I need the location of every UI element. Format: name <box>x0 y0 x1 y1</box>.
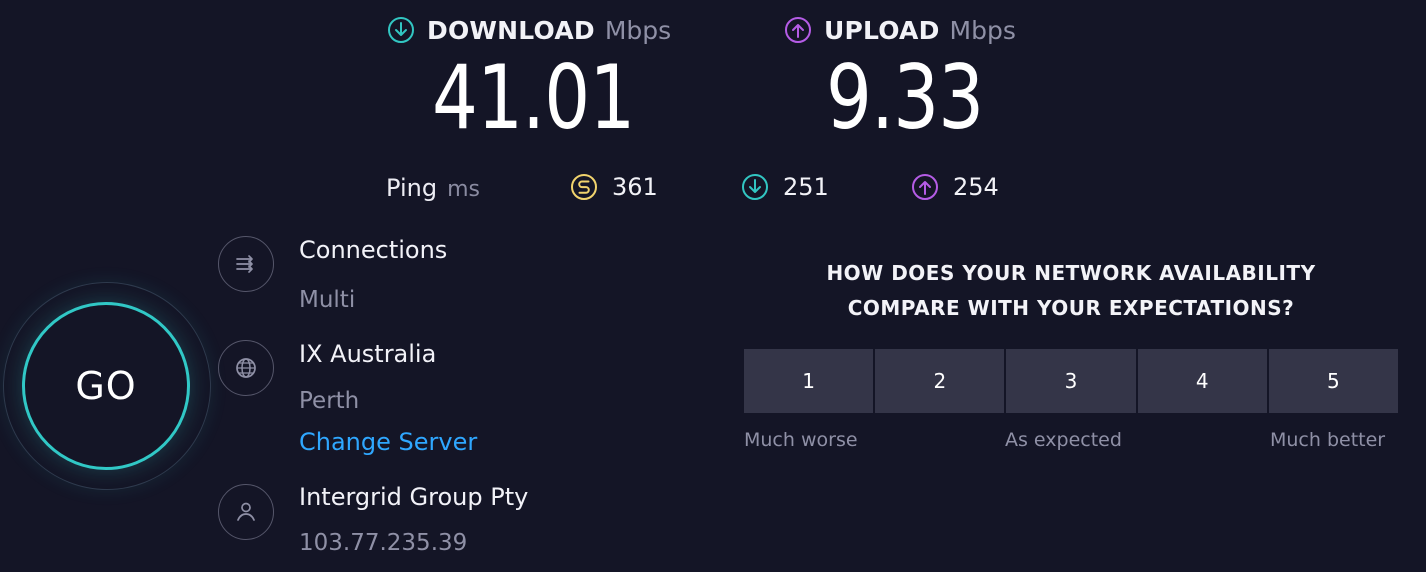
upload-unit: Mbps <box>949 15 1016 45</box>
ping-idle-metric: 361 <box>570 173 658 201</box>
ping-download-metric: 251 <box>741 173 829 201</box>
globe-icon <box>218 340 274 396</box>
survey-question-line-1: HOW DOES YOUR NETWORK AVAILABILITY <box>826 261 1316 285</box>
connections-title: Connections <box>299 236 448 264</box>
download-heading: DOWNLOAD Mbps <box>387 10 671 50</box>
survey-question: HOW DOES YOUR NETWORK AVAILABILITY COMPA… <box>731 256 1411 326</box>
ping-label: Ping <box>386 174 438 202</box>
upload-heading: UPLOAD Mbps <box>784 10 1016 50</box>
rating-option-5[interactable]: 5 <box>1268 349 1399 413</box>
connections-value: Multi <box>299 287 356 313</box>
ping-heading: Ping ms <box>386 174 480 202</box>
upload-speed-value: 9.33 <box>826 46 984 149</box>
download-label: DOWNLOAD <box>427 15 595 45</box>
ping-unit: ms <box>447 177 480 202</box>
download-unit: Mbps <box>604 15 672 45</box>
scale-label-much-better: Much better <box>1270 429 1386 451</box>
download-arrow-circle-icon <box>742 174 768 200</box>
upload-arrow-circle-icon <box>912 174 938 200</box>
server-location: Perth <box>299 388 360 414</box>
rating-scale: 1 2 3 4 5 <box>744 349 1399 413</box>
download-speed-value: 41.01 <box>432 46 635 149</box>
provider-ip: 103.77.235.39 <box>299 530 468 556</box>
scale-label-as-expected: As expected <box>1005 429 1122 451</box>
rating-option-3[interactable]: 3 <box>1006 349 1136 413</box>
connections-icon <box>218 236 274 292</box>
change-server-link[interactable]: Change Server <box>299 428 477 456</box>
ping-idle-value: 361 <box>612 173 658 201</box>
upload-label: UPLOAD <box>824 15 940 45</box>
download-arrow-circle-icon <box>388 17 414 43</box>
survey-question-line-2: COMPARE WITH YOUR EXPECTATIONS? <box>847 296 1295 320</box>
server-title: IX Australia <box>299 340 437 368</box>
scale-label-much-worse: Much worse <box>744 429 858 451</box>
rating-option-2[interactable]: 2 <box>875 349 1005 413</box>
ping-download-value: 251 <box>783 173 829 201</box>
ping-upload-metric: 254 <box>911 173 999 201</box>
provider-name: Intergrid Group Pty <box>299 483 529 511</box>
rating-option-1[interactable]: 1 <box>744 349 874 413</box>
upload-arrow-circle-icon <box>785 17 811 43</box>
go-button[interactable]: GO <box>22 302 190 470</box>
ping-idle-icon <box>571 174 597 200</box>
user-icon <box>218 484 274 540</box>
rating-option-4[interactable]: 4 <box>1137 349 1267 413</box>
ping-upload-value: 254 <box>953 173 999 201</box>
